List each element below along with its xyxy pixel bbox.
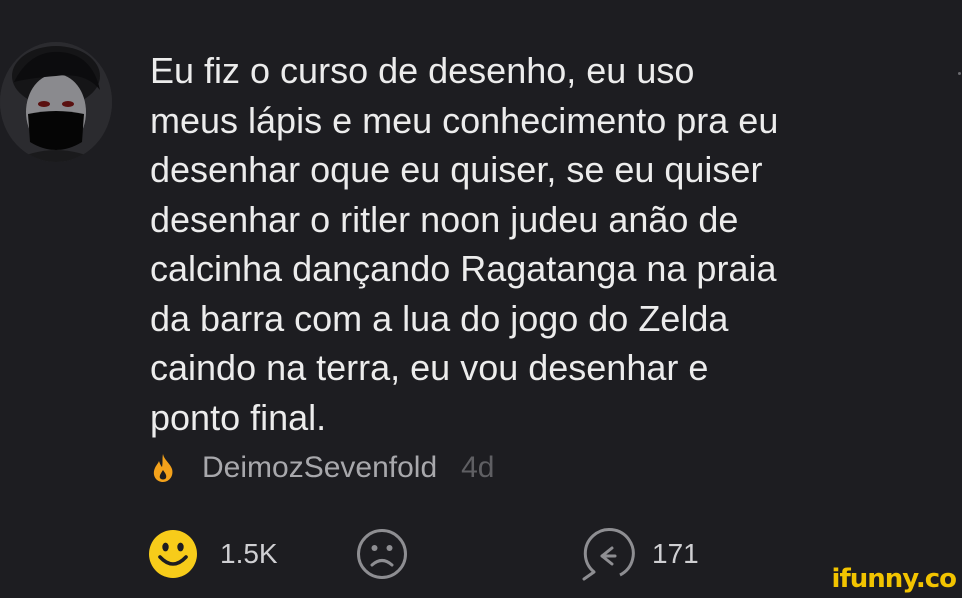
post-timestamp: 4d xyxy=(461,451,495,484)
republish-button[interactable]: 171 xyxy=(580,526,699,582)
post-text-line: desenhar o ritler noon judeu anão de xyxy=(150,198,739,240)
post-text-line: ponto final. xyxy=(150,396,327,438)
frown-icon xyxy=(357,529,407,579)
ifunny-watermark: ifunny.co xyxy=(831,564,957,594)
post-text-line: caindo na terra, eu vou desenhar e xyxy=(150,347,709,388)
smile-count: 1.5K xyxy=(220,538,278,569)
more-indicator xyxy=(958,72,961,75)
post-text: Eu fiz o curso de desenho, eu uso meus l… xyxy=(150,46,890,442)
post-text-line: calcinha dançando Ragatanga na praia xyxy=(150,248,777,289)
flame-icon xyxy=(153,454,173,482)
post-text-line: meus lápis e meu conhecimento pra eu xyxy=(150,99,779,141)
unsmile-button[interactable] xyxy=(356,526,408,582)
post-text-line: Eu fiz o curso de desenho, eu uso xyxy=(150,50,695,91)
post-text-line: da barra com a lua do jogo do Zelda xyxy=(150,297,729,339)
smile-button[interactable]: 1.5K xyxy=(148,526,278,582)
post-text-line: desenhar oque eu quiser, se eu quiser xyxy=(150,149,763,190)
republish-count: 171 xyxy=(652,538,699,569)
author-name[interactable]: DeimozSevenfold xyxy=(202,451,437,485)
author-row[interactable]: DeimozSevenfold 4d xyxy=(148,448,495,488)
smile-emoji-icon xyxy=(149,530,197,578)
avatar[interactable] xyxy=(0,42,112,162)
avatar-image xyxy=(0,42,112,162)
republish-icon xyxy=(582,528,635,581)
